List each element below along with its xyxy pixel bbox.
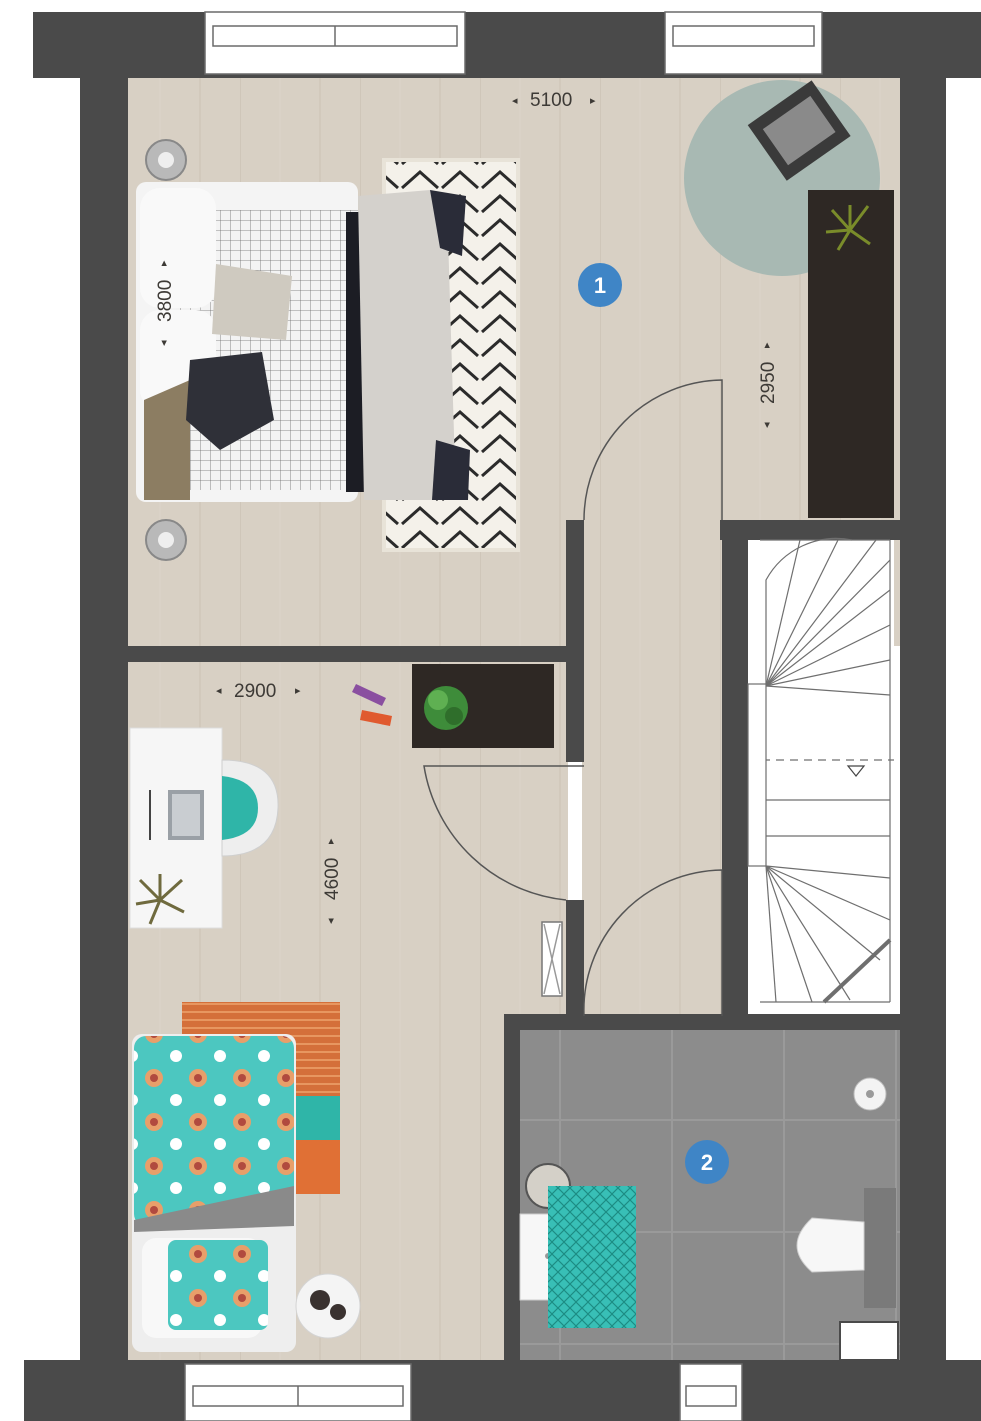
- hand-basin-icon: [853, 1077, 887, 1111]
- svg-text:1: 1: [594, 273, 606, 298]
- room-marker-2: 2: [685, 1140, 729, 1184]
- floor-plan: ◂ 5100 ▸ ◂ 3800 ▸ ◂ 2950 ▸ ◂ 2900 ▸ ◂ 46…: [24, 11, 981, 1421]
- bedroom1-depth-label: 3800: [155, 280, 176, 322]
- svg-text:▸: ▸: [324, 838, 337, 844]
- side-table-icon: [295, 1273, 361, 1339]
- svg-text:▸: ▸: [590, 94, 596, 107]
- svg-text:◂: ◂: [512, 94, 518, 107]
- double-bed: [136, 182, 470, 502]
- svg-text:◂: ◂: [216, 684, 222, 697]
- svg-text:▸: ▸: [760, 342, 773, 348]
- staircase: [748, 540, 894, 1002]
- svg-text:2: 2: [701, 1150, 713, 1175]
- svg-text:◂: ◂: [760, 422, 773, 428]
- bedroom2-depth-label: 4600: [322, 858, 343, 900]
- svg-text:▸: ▸: [295, 684, 301, 697]
- room-marker-1: 1: [578, 263, 622, 307]
- svg-text:▸: ▸: [157, 260, 170, 266]
- plant-icon: [424, 686, 468, 730]
- bedroom1-width-label: 5100: [530, 90, 572, 111]
- bedroom2-width-label: 2900: [234, 681, 276, 702]
- bedroom1-wall-label: 2950: [758, 362, 779, 404]
- svg-text:◂: ◂: [157, 340, 170, 346]
- dark-sideboard: [808, 190, 894, 518]
- single-bed: [132, 1034, 296, 1352]
- bath-mat: [548, 1186, 636, 1328]
- shaft: [839, 1321, 899, 1361]
- svg-text:◂: ◂: [324, 918, 337, 924]
- desk: [129, 727, 223, 929]
